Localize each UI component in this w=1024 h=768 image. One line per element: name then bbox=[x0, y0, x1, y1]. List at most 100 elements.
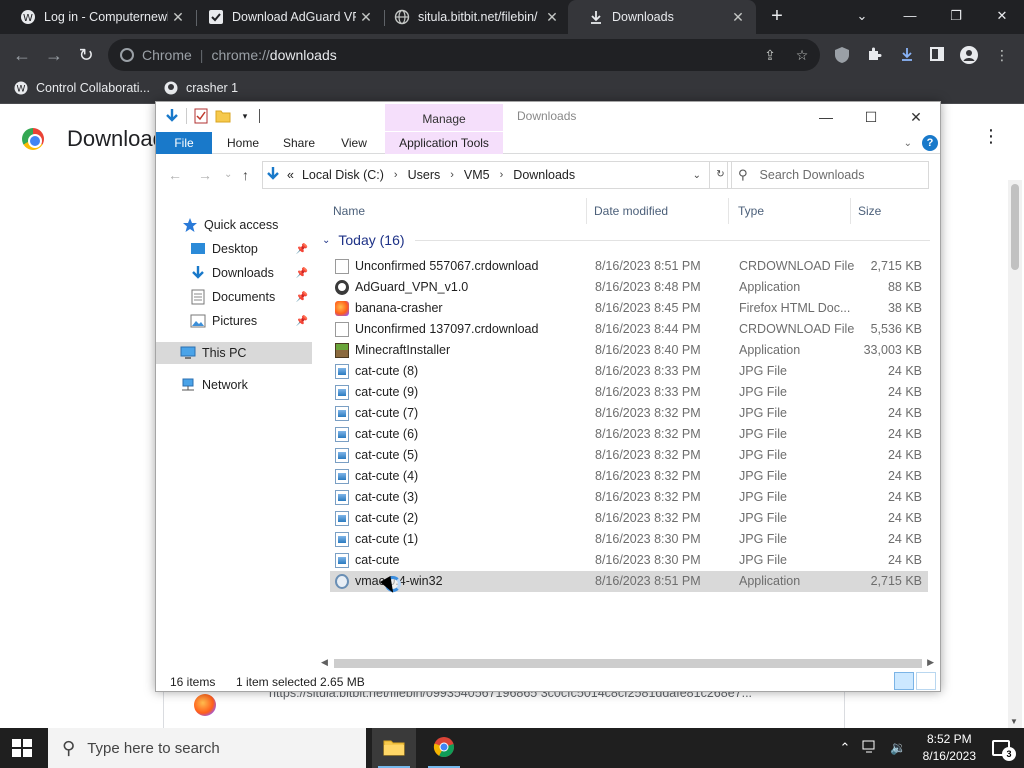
notification-center-icon[interactable]: 3 bbox=[992, 740, 1016, 761]
forward-icon[interactable]: → bbox=[42, 43, 66, 67]
properties-checkbox-icon[interactable] bbox=[193, 108, 209, 124]
pin-icon[interactable]: 📌 bbox=[296, 268, 308, 279]
chevron-down-icon[interactable]: ⌄ bbox=[693, 170, 701, 181]
large-icons-view-icon[interactable] bbox=[916, 672, 936, 690]
nav-downloads[interactable]: Downloads 📌 bbox=[156, 262, 312, 284]
minimize-icon[interactable]: — bbox=[896, 4, 924, 28]
up-icon[interactable]: ↑ bbox=[242, 167, 249, 183]
tab-downloads[interactable]: Downloads ✕ bbox=[568, 0, 756, 34]
column-header-type[interactable]: Type bbox=[738, 204, 764, 218]
table-row[interactable]: cat-cute (4) 8/16/2023 8:32 PM JPG File 24 … bbox=[330, 466, 928, 487]
new-folder-icon[interactable] bbox=[215, 108, 231, 124]
menu-kebab-icon[interactable]: ⋮ bbox=[982, 126, 1000, 147]
table-row[interactable]: cat-cute (1) 8/16/2023 8:30 PM JPG File 24 … bbox=[330, 529, 928, 550]
back-icon[interactable]: ← bbox=[10, 43, 34, 67]
ublock-icon[interactable] bbox=[833, 46, 851, 64]
table-row[interactable]: cat-cute (8) 8/16/2023 8:33 PM JPG File 24 … bbox=[330, 361, 928, 382]
table-row[interactable]: vmac 0.4-win32 8/16/2023 8:51 PM Applicati… bbox=[330, 571, 928, 592]
chevron-down-icon[interactable]: ⌄ bbox=[848, 4, 876, 28]
manage-context-tab[interactable]: Manage bbox=[385, 104, 503, 131]
address-bar[interactable]: « Local Disk (C:) › Users › VM5 › Downlo… bbox=[262, 161, 710, 189]
column-separator[interactable] bbox=[728, 198, 729, 224]
close-icon[interactable]: ✕ bbox=[542, 9, 562, 26]
tab-adguard[interactable]: Download AdGuard VPN ✕ bbox=[188, 0, 384, 34]
bookmark-crasher[interactable]: crasher 1 bbox=[164, 81, 238, 95]
tab-view[interactable]: View bbox=[332, 132, 376, 154]
table-row[interactable]: cat-cute (5) 8/16/2023 8:32 PM JPG File 24 … bbox=[330, 445, 928, 466]
chevron-right-icon[interactable]: › bbox=[500, 169, 504, 181]
chevron-right-icon[interactable]: › bbox=[450, 169, 454, 181]
breadcrumb-overflow[interactable]: « bbox=[287, 168, 294, 182]
group-header-today[interactable]: ⌄ Today (16) bbox=[322, 232, 930, 248]
nav-pictures[interactable]: Pictures 📌 bbox=[156, 310, 312, 332]
breadcrumb-users[interactable]: Users bbox=[408, 168, 441, 182]
taskbar-file-explorer[interactable] bbox=[372, 728, 416, 768]
taskbar-chrome[interactable] bbox=[422, 728, 466, 768]
scrollbar-thumb[interactable] bbox=[1011, 184, 1019, 270]
help-icon[interactable]: ? bbox=[922, 135, 938, 151]
scrollbar-thumb[interactable] bbox=[334, 659, 922, 668]
scroll-down-icon[interactable]: ▼ bbox=[1010, 717, 1018, 726]
tab-computernewb[interactable]: W Log in - Computernewb ✕ bbox=[0, 0, 196, 34]
windows-start-icon[interactable] bbox=[12, 739, 32, 757]
scroll-left-icon[interactable]: ◀ bbox=[321, 657, 328, 668]
table-row[interactable]: Unconfirmed 137097.crdownload 8/16/2023 8… bbox=[330, 319, 928, 340]
close-icon[interactable]: ✕ bbox=[728, 9, 748, 26]
pin-icon[interactable]: 📌 bbox=[296, 316, 308, 327]
recent-locations-icon[interactable]: ⌄ bbox=[224, 169, 232, 180]
table-row[interactable]: cat-cute (9) 8/16/2023 8:33 PM JPG File 24 … bbox=[330, 382, 928, 403]
column-separator[interactable] bbox=[850, 198, 851, 224]
side-panel-icon[interactable] bbox=[928, 46, 946, 64]
close-window-icon[interactable]: ✕ bbox=[988, 4, 1016, 28]
table-row[interactable]: cat-cute (3) 8/16/2023 8:32 PM JPG File 24 … bbox=[330, 487, 928, 508]
chevron-down-icon[interactable]: ⌄ bbox=[904, 138, 912, 149]
chevron-up-icon[interactable]: ⌃ bbox=[840, 740, 851, 756]
restore-icon[interactable]: ❐ bbox=[942, 4, 970, 28]
nav-documents[interactable]: Documents 📌 bbox=[156, 286, 312, 308]
maximize-icon[interactable]: ☐ bbox=[849, 104, 893, 130]
breadcrumb-vm5[interactable]: VM5 bbox=[464, 168, 490, 182]
taskbar-search-box[interactable]: ⚲ Type here to search bbox=[48, 728, 366, 768]
close-icon[interactable]: ✕ bbox=[356, 9, 376, 26]
taskbar-clock[interactable]: 8:52 PM 8/16/2023 bbox=[923, 731, 976, 765]
forward-icon[interactable]: → bbox=[198, 167, 212, 183]
breadcrumb-downloads[interactable]: Downloads bbox=[513, 168, 575, 182]
table-row[interactable]: MinecraftInstaller 8/16/2023 8:40 PM Appli… bbox=[330, 340, 928, 361]
page-scrollbar[interactable]: ▼ bbox=[1008, 180, 1022, 728]
customize-toolbar-icon[interactable]: ▾ bbox=[237, 108, 253, 124]
column-header-date[interactable]: Date modified bbox=[594, 204, 668, 218]
menu-kebab-icon[interactable]: ⋮ bbox=[993, 46, 1011, 64]
close-window-icon[interactable]: ✕ bbox=[894, 104, 938, 130]
tab-share[interactable]: Share bbox=[276, 132, 322, 154]
reload-icon[interactable]: ↻ bbox=[74, 43, 98, 67]
horizontal-scrollbar[interactable]: ◀ ▶ bbox=[156, 657, 940, 671]
back-icon[interactable]: ← bbox=[168, 167, 182, 183]
table-row[interactable]: AdGuard_VPN_v1.0 8/16/2023 8:48 PM Applica… bbox=[330, 277, 928, 298]
chevron-down-icon[interactable]: ⌄ bbox=[322, 235, 330, 246]
nav-network[interactable]: Network bbox=[156, 374, 312, 396]
pin-icon[interactable]: 📌 bbox=[296, 292, 308, 303]
breadcrumb-local-disk[interactable]: Local Disk (C:) bbox=[302, 168, 384, 182]
omnibox[interactable]: Chrome | chrome:// downloads bbox=[108, 39, 820, 71]
tab-application-tools[interactable]: Application Tools bbox=[385, 132, 503, 154]
volume-icon[interactable]: 🔉 bbox=[890, 740, 906, 756]
bookmark-control-collaboration[interactable]: W Control Collaborati... bbox=[14, 81, 150, 95]
scroll-right-icon[interactable]: ▶ bbox=[927, 657, 934, 668]
pin-icon[interactable]: 📌 bbox=[296, 244, 308, 255]
share-icon[interactable]: ⇪ bbox=[761, 46, 779, 64]
table-row[interactable]: cat-cute (2) 8/16/2023 8:32 PM JPG File 24 … bbox=[330, 508, 928, 529]
new-tab-button[interactable]: + bbox=[766, 5, 788, 27]
table-row[interactable]: banana-crasher 8/16/2023 8:45 PM Firefox H… bbox=[330, 298, 928, 319]
table-row[interactable]: cat-cute 8/16/2023 8:30 PM JPG File 24 KB bbox=[330, 550, 928, 571]
profile-avatar-icon[interactable] bbox=[960, 46, 978, 64]
minimize-icon[interactable]: — bbox=[804, 104, 848, 130]
search-input[interactable]: ⚲ Search Downloads bbox=[727, 161, 929, 189]
details-view-icon[interactable] bbox=[894, 672, 914, 690]
nav-this-pc[interactable]: This PC bbox=[156, 342, 312, 364]
tab-situla[interactable]: situla.bitbit.net/filebin/ ✕ bbox=[374, 0, 570, 34]
tab-file[interactable]: File bbox=[156, 132, 212, 154]
table-row[interactable]: cat-cute (7) 8/16/2023 8:32 PM JPG File 24 … bbox=[330, 403, 928, 424]
table-row[interactable]: Unconfirmed 557067.crdownload 8/16/2023 8… bbox=[330, 256, 928, 277]
column-header-name[interactable]: Name bbox=[333, 204, 365, 218]
downloads-toolbar-icon[interactable] bbox=[898, 46, 916, 64]
